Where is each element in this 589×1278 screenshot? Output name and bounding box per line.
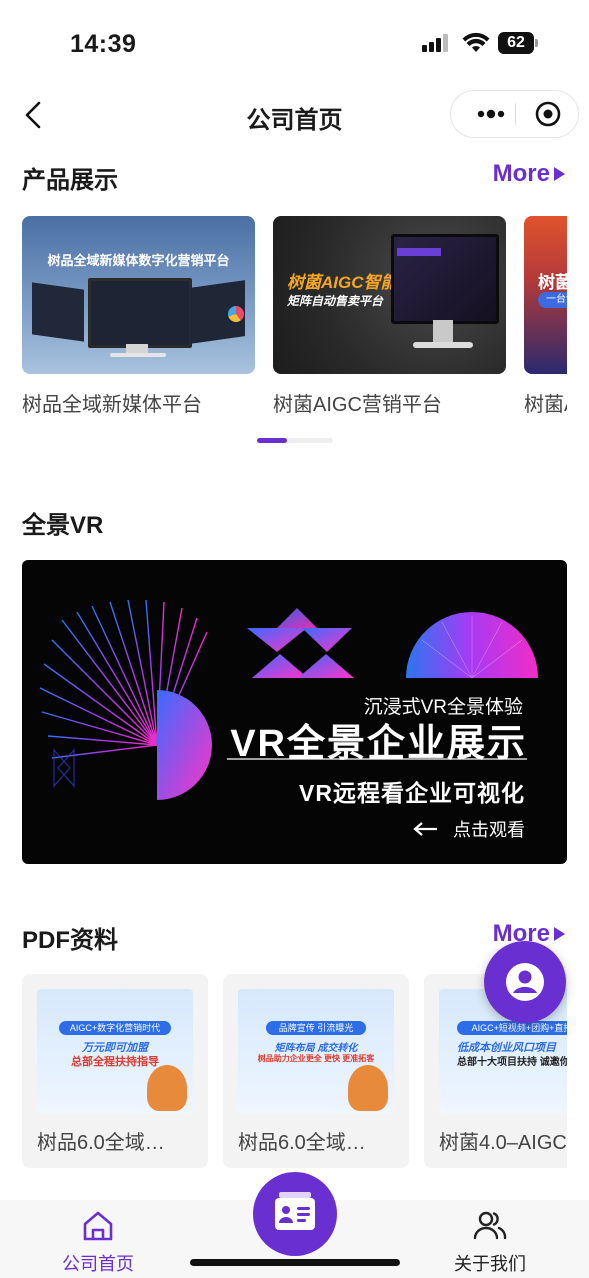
- pdf-label: 树菌4.0–AIGC: [439, 1132, 567, 1154]
- product-card[interactable]: 树菌AIGC智能 矩阵自动售卖平台 树菌AIGC营销平台: [273, 216, 506, 416]
- product-image-caption-1: 树菌AIGC智能: [287, 273, 398, 292]
- business-card-button[interactable]: [253, 1172, 337, 1256]
- contact-fab-button[interactable]: [484, 941, 566, 1023]
- tab-home-label: 公司首页: [62, 1254, 134, 1274]
- pdf-line2: 总部十大项目扶持 诚邀你的: [457, 1057, 567, 1068]
- home-icon: [83, 1211, 113, 1241]
- users-icon: [473, 1211, 507, 1240]
- pdf-tag: AIGC+短视频+团购+直播: [457, 1021, 567, 1035]
- section-title-vr: 全景VR: [22, 512, 104, 539]
- nav-bar: 公司首页: [0, 88, 589, 144]
- triangle-right-icon: [554, 167, 565, 181]
- more-options-icon[interactable]: [463, 91, 513, 137]
- triangle-right-icon: [554, 927, 565, 941]
- more-label: More: [492, 160, 550, 187]
- product-card[interactable]: 树菌 一台设 树菌AIGC: [524, 216, 567, 416]
- section-title-pdf: PDF资料: [22, 927, 118, 954]
- pdf-tag: 品牌宣传 引流曝光: [266, 1021, 366, 1035]
- pdf-card[interactable]: 品牌宣传 引流曝光 矩阵布局 成交转化 树品助力企业更全 更快 更准拓客 树品6…: [223, 974, 409, 1168]
- status-bar: 14:39 62: [0, 0, 589, 86]
- product-carousel[interactable]: 树品全域新媒体数字化营销平台 树品全域新媒体平台 树菌AIGC智能 矩阵自动售卖…: [22, 216, 567, 416]
- id-card-icon: [275, 1192, 315, 1230]
- tab-about[interactable]: 关于我们: [425, 1200, 555, 1278]
- product-card[interactable]: 树品全域新媒体数字化营销平台 树品全域新媒体平台: [22, 216, 255, 416]
- battery-level: 62: [498, 32, 534, 54]
- product-image: 树菌AIGC智能 矩阵自动售卖平台: [273, 216, 506, 374]
- pdf-tag: AIGC+数字化营销时代: [59, 1021, 171, 1035]
- pdf-card[interactable]: AIGC+数字化营销时代 万元即可加盟 总部全程扶持指导 树品6.0全域…: [22, 974, 208, 1168]
- status-time: 14:39: [70, 30, 137, 58]
- pdf-line1: 矩阵布局 成交转化: [274, 1043, 358, 1054]
- vr-cta[interactable]: 点击观看: [413, 816, 525, 842]
- close-miniprogram-icon[interactable]: [523, 91, 573, 137]
- pdf-thumbnail: 品牌宣传 引流曝光 矩阵布局 成交转化 树品助力企业更全 更快 更准拓客: [238, 989, 394, 1113]
- product-label: 树菌AIGC: [524, 394, 567, 416]
- miniprogram-capsule: [450, 90, 579, 138]
- product-label: 树菌AIGC营销平台: [273, 394, 442, 416]
- product-label: 树品全域新媒体平台: [22, 394, 202, 416]
- user-circle-icon: [506, 963, 544, 1001]
- wifi-icon: [462, 32, 490, 52]
- pdf-label: 树品6.0全域…: [238, 1132, 366, 1154]
- signal-icon: [422, 34, 448, 52]
- pdf-label: 树品6.0全域…: [37, 1132, 165, 1154]
- product-image: 树品全域新媒体数字化营销平台: [22, 216, 255, 374]
- product-image-caption: 树品全域新媒体数字化营销平台: [47, 253, 230, 268]
- vr-caption: VR远程看企业可视化: [299, 780, 525, 806]
- tab-about-label: 关于我们: [454, 1254, 526, 1274]
- product-image-tag: 一台设: [538, 292, 567, 308]
- arrow-left-icon: [413, 822, 437, 836]
- tab-home[interactable]: 公司首页: [33, 1200, 163, 1278]
- home-indicator: [190, 1259, 400, 1266]
- section-title-products: 产品展示: [22, 167, 118, 194]
- mascot-image: [348, 1065, 388, 1111]
- product-image-caption: 树菌: [538, 273, 567, 292]
- vr-cta-label: 点击观看: [453, 820, 525, 840]
- product-image-caption-2: 矩阵自动售卖平台: [287, 294, 384, 308]
- products-more-link[interactable]: More: [493, 160, 565, 188]
- battery-icon: 62: [498, 32, 540, 54]
- vr-banner[interactable]: 沉浸式VR全景体验 VR全景企业展示 VR远程看企业可视化 点击观看: [22, 560, 567, 864]
- vr-headline: VR全景企业展示: [230, 723, 527, 765]
- pdf-thumbnail: AIGC+数字化营销时代 万元即可加盟 总部全程扶持指导: [37, 989, 193, 1113]
- mascot-image: [147, 1065, 187, 1111]
- carousel-indicator: [257, 438, 333, 443]
- product-image: 树菌 一台设: [524, 216, 567, 374]
- pdf-line2: 树品助力企业更全 更快 更准拓客: [257, 1054, 375, 1063]
